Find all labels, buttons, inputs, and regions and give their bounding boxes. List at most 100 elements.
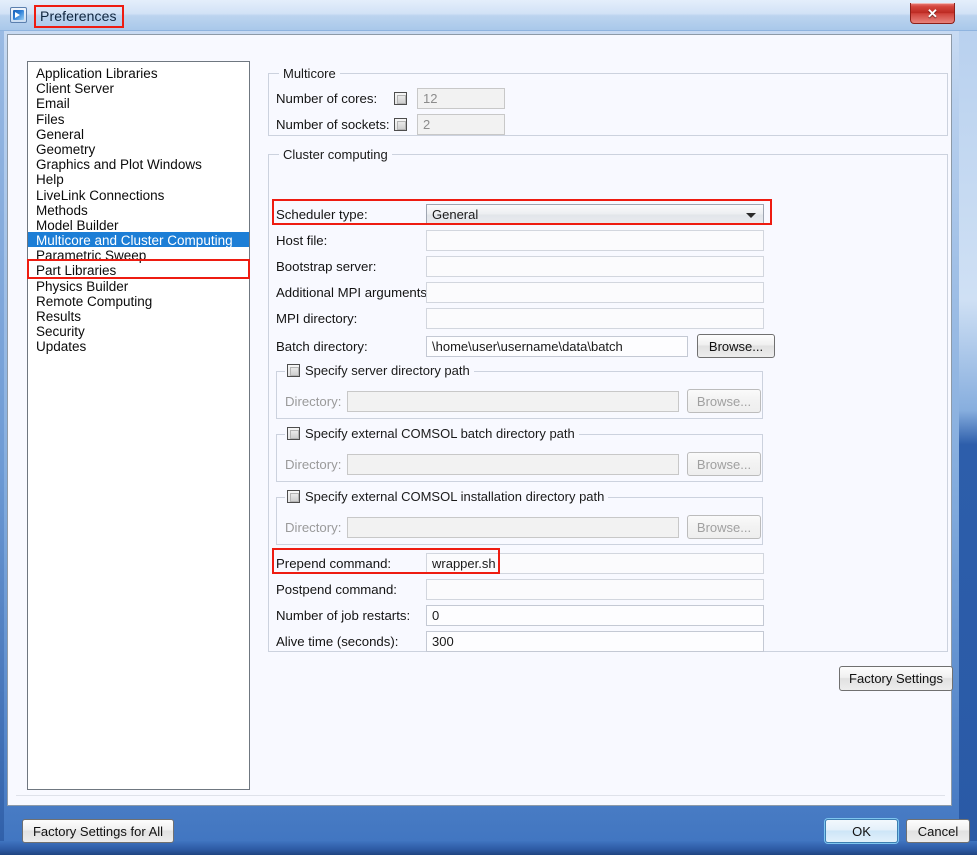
number-of-sockets-label: Number of sockets: (276, 117, 390, 132)
prepend-command-row: Prepend command: wrapper.sh (276, 553, 764, 574)
factory-settings-for-all-button[interactable]: Factory Settings for All (22, 819, 174, 843)
postpend-command-label: Postpend command: (276, 582, 397, 597)
specify-server-directory-checkbox[interactable] (287, 364, 300, 377)
batch-directory-row: Batch directory: \home\user\username\dat… (276, 334, 775, 358)
additional-mpi-arguments-label: Additional MPI arguments: (276, 285, 431, 300)
external-batch-directory-input[interactable] (347, 453, 679, 475)
external-batch-directory-label: Directory: (285, 456, 342, 472)
sidebar-item-livelink-connections[interactable]: LiveLink Connections (28, 187, 249, 203)
prepend-command-label: Prepend command: (276, 556, 392, 571)
number-of-sockets-input[interactable]: 2 (417, 114, 505, 135)
close-button[interactable]: ✕ (910, 3, 955, 24)
scheduler-type-label: Scheduler type: (276, 207, 368, 222)
number-of-sockets-checkbox[interactable] (394, 118, 407, 131)
sidebar-item-part-libraries[interactable]: Part Libraries (28, 262, 249, 278)
sidebar-item-help[interactable]: Help (28, 171, 249, 187)
specify-external-install-directory-label: Specify external COMSOL installation dir… (305, 489, 605, 504)
sidebar-item-methods[interactable]: Methods (28, 202, 249, 218)
client-area: Application Libraries Client Server Emai… (7, 34, 970, 843)
multicore-group-title: Multicore (279, 66, 340, 81)
scheduler-type-row: Scheduler type: General (276, 204, 764, 225)
sidebar-item-client-server[interactable]: Client Server (28, 80, 249, 96)
number-of-cores-label: Number of cores: (276, 91, 378, 106)
settings-pane: Multicore Number of cores: 12 Number of … (266, 61, 953, 790)
sidebar-item-parametric-sweep[interactable]: Parametric Sweep (28, 247, 249, 263)
server-directory-label: Directory: (285, 393, 342, 409)
ok-button[interactable]: OK (825, 819, 898, 843)
job-restarts-input[interactable]: 0 (426, 605, 764, 626)
host-file-input[interactable] (426, 230, 764, 251)
window-title: Preferences (34, 5, 124, 28)
mpi-directory-input[interactable] (426, 308, 764, 329)
bottom-separator (16, 795, 945, 796)
sidebar-item-updates[interactable]: Updates (28, 338, 249, 354)
scheduler-type-value: General (432, 207, 479, 222)
sidebar-item-multicore-and-cluster-computing[interactable]: Multicore and Cluster Computing (28, 232, 249, 248)
specify-external-install-directory-checkbox[interactable] (287, 490, 300, 503)
batch-directory-label: Batch directory: (276, 338, 368, 354)
title-bar[interactable]: Preferences ✕ (0, 0, 977, 31)
preferences-category-list[interactable]: Application Libraries Client Server Emai… (27, 61, 250, 790)
number-of-cores-checkbox[interactable] (394, 92, 407, 105)
cancel-button[interactable]: Cancel (906, 819, 970, 843)
sidebar-item-email[interactable]: Email (28, 95, 249, 111)
specify-external-batch-directory-checkbox[interactable] (287, 427, 300, 440)
specify-server-directory-label: Specify server directory path (305, 363, 470, 378)
external-install-directory-group: Specify external COMSOL installation dir… (276, 489, 763, 545)
external-batch-directory-group-title[interactable]: Specify external COMSOL batch directory … (285, 426, 579, 441)
host-file-row: Host file: (276, 230, 764, 251)
number-of-cores-row: Number of cores: 12 (276, 88, 505, 109)
sidebar-item-general[interactable]: General (28, 126, 249, 142)
additional-mpi-arguments-row: Additional MPI arguments: (276, 282, 764, 303)
sidebar-item-physics-builder[interactable]: Physics Builder (28, 278, 249, 294)
number-of-cores-input[interactable]: 12 (417, 88, 505, 109)
additional-mpi-arguments-input[interactable] (426, 282, 764, 303)
server-directory-group: Specify server directory path Directory:… (276, 363, 763, 419)
sidebar-item-application-libraries[interactable]: Application Libraries (28, 65, 249, 81)
number-of-sockets-row: Number of sockets: 2 (276, 114, 505, 135)
window-border-bottom (0, 841, 977, 855)
specify-external-batch-directory-label: Specify external COMSOL batch directory … (305, 426, 575, 441)
server-directory-group-title[interactable]: Specify server directory path (285, 363, 474, 378)
external-install-directory-browse-button[interactable]: Browse... (687, 515, 761, 539)
batch-directory-input[interactable]: \home\user\username\data\batch (426, 335, 688, 357)
postpend-command-row: Postpend command: (276, 579, 764, 600)
sidebar-item-results[interactable]: Results (28, 308, 249, 324)
chevron-down-icon (746, 212, 756, 218)
mpi-directory-row: MPI directory: (276, 308, 764, 329)
server-directory-row: Directory: Browse... (285, 389, 761, 413)
bootstrap-server-row: Bootstrap server: (276, 256, 764, 277)
sidebar-item-remote-computing[interactable]: Remote Computing (28, 293, 249, 309)
external-install-directory-group-title[interactable]: Specify external COMSOL installation dir… (285, 489, 609, 504)
external-batch-directory-browse-button[interactable]: Browse... (687, 452, 761, 476)
server-directory-input[interactable] (347, 390, 679, 412)
external-install-directory-input[interactable] (347, 516, 679, 538)
external-batch-directory-row: Directory: Browse... (285, 452, 761, 476)
sidebar-item-graphics-and-plot-windows[interactable]: Graphics and Plot Windows (28, 156, 249, 172)
window-border-left (0, 0, 4, 855)
batch-directory-browse-button[interactable]: Browse... (697, 334, 775, 358)
comsol-app-icon (10, 7, 27, 23)
external-install-directory-row: Directory: Browse... (285, 515, 761, 539)
preferences-window: Preferences ✕ Application Libraries Clie… (0, 0, 977, 855)
external-batch-directory-group: Specify external COMSOL batch directory … (276, 426, 763, 482)
sidebar-item-files[interactable]: Files (28, 111, 249, 127)
sidebar-item-model-builder[interactable]: Model Builder (28, 217, 249, 233)
job-restarts-row: Number of job restarts: 0 (276, 605, 764, 626)
external-install-directory-label: Directory: (285, 519, 342, 535)
alive-time-row: Alive time (seconds): 300 (276, 631, 764, 652)
bootstrap-server-input[interactable] (426, 256, 764, 277)
job-restarts-label: Number of job restarts: (276, 608, 411, 623)
postpend-command-input[interactable] (426, 579, 764, 600)
prepend-command-input[interactable]: wrapper.sh (426, 553, 764, 574)
scheduler-type-dropdown[interactable]: General (426, 204, 764, 225)
sidebar-item-security[interactable]: Security (28, 323, 249, 339)
factory-settings-button[interactable]: Factory Settings (839, 666, 953, 691)
cluster-computing-group-title: Cluster computing (279, 147, 392, 162)
server-directory-browse-button[interactable]: Browse... (687, 389, 761, 413)
mpi-directory-label: MPI directory: (276, 311, 358, 326)
sidebar-item-geometry[interactable]: Geometry (28, 141, 249, 157)
close-icon: ✕ (927, 5, 938, 21)
host-file-label: Host file: (276, 233, 328, 248)
alive-time-input[interactable]: 300 (426, 631, 764, 652)
